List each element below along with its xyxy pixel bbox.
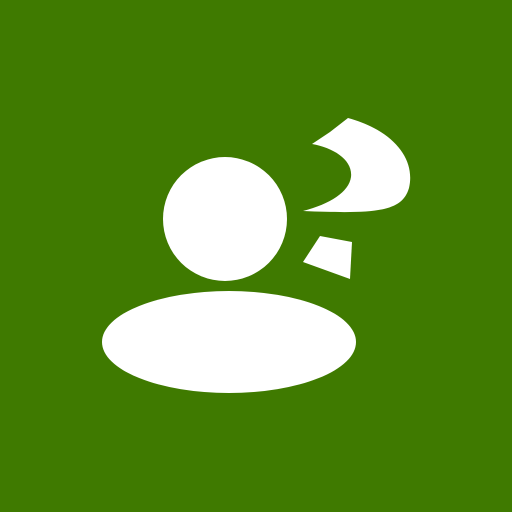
person-body-icon <box>102 291 356 393</box>
unknown-user-icon <box>0 0 512 512</box>
app-tile <box>0 0 512 512</box>
person-head-icon <box>163 157 287 281</box>
